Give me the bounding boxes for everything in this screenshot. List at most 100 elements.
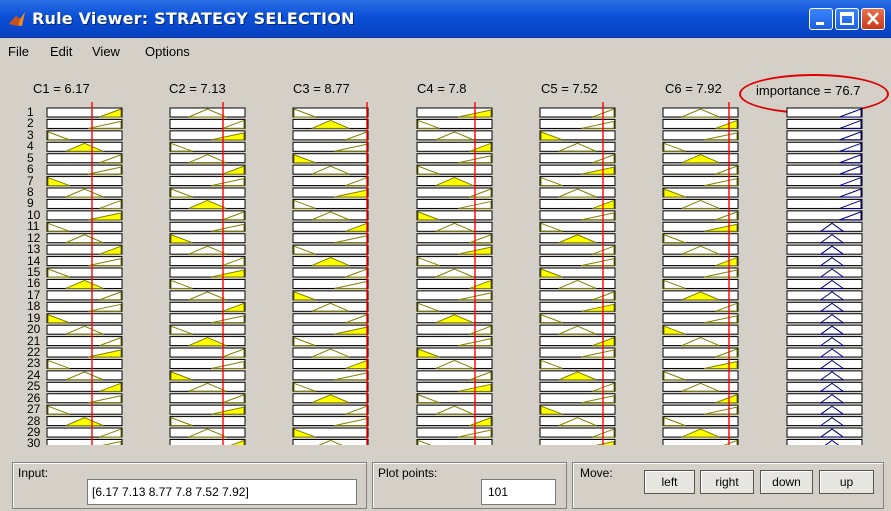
rule-cell [539, 313, 616, 324]
rule-cell [292, 233, 369, 244]
close-button[interactable] [861, 8, 885, 30]
rule-cell [662, 370, 739, 381]
rule-cell [292, 141, 369, 152]
output-cell [786, 336, 863, 347]
menu-file[interactable]: File [8, 44, 29, 59]
rule-cell [292, 256, 369, 267]
rule-cell [46, 370, 123, 381]
output-cell [786, 324, 863, 335]
output-cell [786, 290, 863, 301]
rule-cell [169, 427, 246, 438]
rule-cell [46, 187, 123, 198]
rule-cell [539, 221, 616, 232]
rule-cell [46, 438, 123, 445]
rule-cell [662, 130, 739, 141]
output-cell [786, 358, 863, 369]
menu-edit[interactable]: Edit [50, 44, 72, 59]
rule-cell [539, 416, 616, 427]
rule-cell [539, 290, 616, 301]
rule-cell [46, 336, 123, 347]
rule-cell [416, 198, 493, 209]
rule-cell [416, 130, 493, 141]
rule-plot-area: C1 = 6.17 C2 = 7.13 C3 = 8.77 C4 = 7.8 C… [0, 66, 891, 449]
rule-cell [416, 416, 493, 427]
rule-cell [416, 324, 493, 335]
rule-cell [169, 221, 246, 232]
rule-cell [169, 118, 246, 129]
rule-cell [539, 336, 616, 347]
rule-cell [416, 404, 493, 415]
rule-cell [662, 313, 739, 324]
output-cell [786, 427, 863, 438]
rule-cell [169, 358, 246, 369]
output-cell [786, 438, 863, 445]
rule-cell [416, 244, 493, 255]
rule-cell [662, 176, 739, 187]
rule-cell [416, 141, 493, 152]
rule-cell [46, 153, 123, 164]
control-panel: Input: [6.17 7.13 8.77 7.8 7.52 7.92] Pl… [0, 454, 891, 511]
minimize-icon [816, 22, 824, 25]
rule-cell [416, 153, 493, 164]
rule-cell [169, 210, 246, 221]
rule-cell [292, 301, 369, 312]
rule-cell [662, 278, 739, 289]
rule-cell [662, 290, 739, 301]
input-field[interactable]: [6.17 7.13 8.77 7.8 7.52 7.92] [87, 479, 357, 505]
maximize-button[interactable] [835, 8, 859, 30]
rule-cell [539, 324, 616, 335]
rule-cell [292, 370, 369, 381]
close-icon [867, 12, 879, 25]
output-cell [786, 198, 863, 209]
rule-cell [662, 221, 739, 232]
rule-cell [539, 164, 616, 175]
rule-cell [46, 416, 123, 427]
rule-cell [662, 427, 739, 438]
rule-cell [416, 164, 493, 175]
rule-cell [169, 313, 246, 324]
output-cell [786, 153, 863, 164]
menu-view[interactable]: View [92, 44, 120, 59]
rule-cell [416, 107, 493, 118]
rule-cell [416, 347, 493, 358]
rule-cell [662, 358, 739, 369]
rule-cell [46, 164, 123, 175]
output-cell [786, 176, 863, 187]
rule-cell [416, 313, 493, 324]
output-cell [786, 187, 863, 198]
move-up-button[interactable]: up [819, 470, 874, 494]
output-cell [786, 210, 863, 221]
move-down-button[interactable]: down [760, 470, 813, 494]
rule-cell [46, 210, 123, 221]
rule-grid [46, 102, 863, 445]
rule-cell [46, 313, 123, 324]
minimize-button[interactable] [809, 8, 833, 30]
rule-cell [169, 393, 246, 404]
rule-cell [46, 176, 123, 187]
rule-cell [416, 278, 493, 289]
rule-cell [662, 187, 739, 198]
move-right-button[interactable]: right [700, 470, 754, 494]
rule-cell [416, 187, 493, 198]
plot-points-box: Plot points: 101 [372, 462, 567, 509]
rule-cell [169, 381, 246, 392]
rule-cell [292, 153, 369, 164]
plot-points-label: Plot points: [378, 466, 438, 480]
output-cell [786, 244, 863, 255]
move-left-button[interactable]: left [644, 470, 695, 494]
rule-cell [416, 438, 493, 445]
output-cell [786, 233, 863, 244]
plot-points-field[interactable]: 101 [481, 479, 556, 505]
menu-options[interactable]: Options [145, 44, 190, 59]
rule-cell [662, 267, 739, 278]
rule-cell [169, 301, 246, 312]
rule-cell [169, 404, 246, 415]
rule-cell [46, 107, 123, 118]
rule-cell [662, 244, 739, 255]
rule-cell [292, 221, 369, 232]
rule-cell [662, 324, 739, 335]
rule-cell [169, 347, 246, 358]
rule-cell [292, 210, 369, 221]
rule-cell [169, 256, 246, 267]
output-cell [786, 118, 863, 129]
